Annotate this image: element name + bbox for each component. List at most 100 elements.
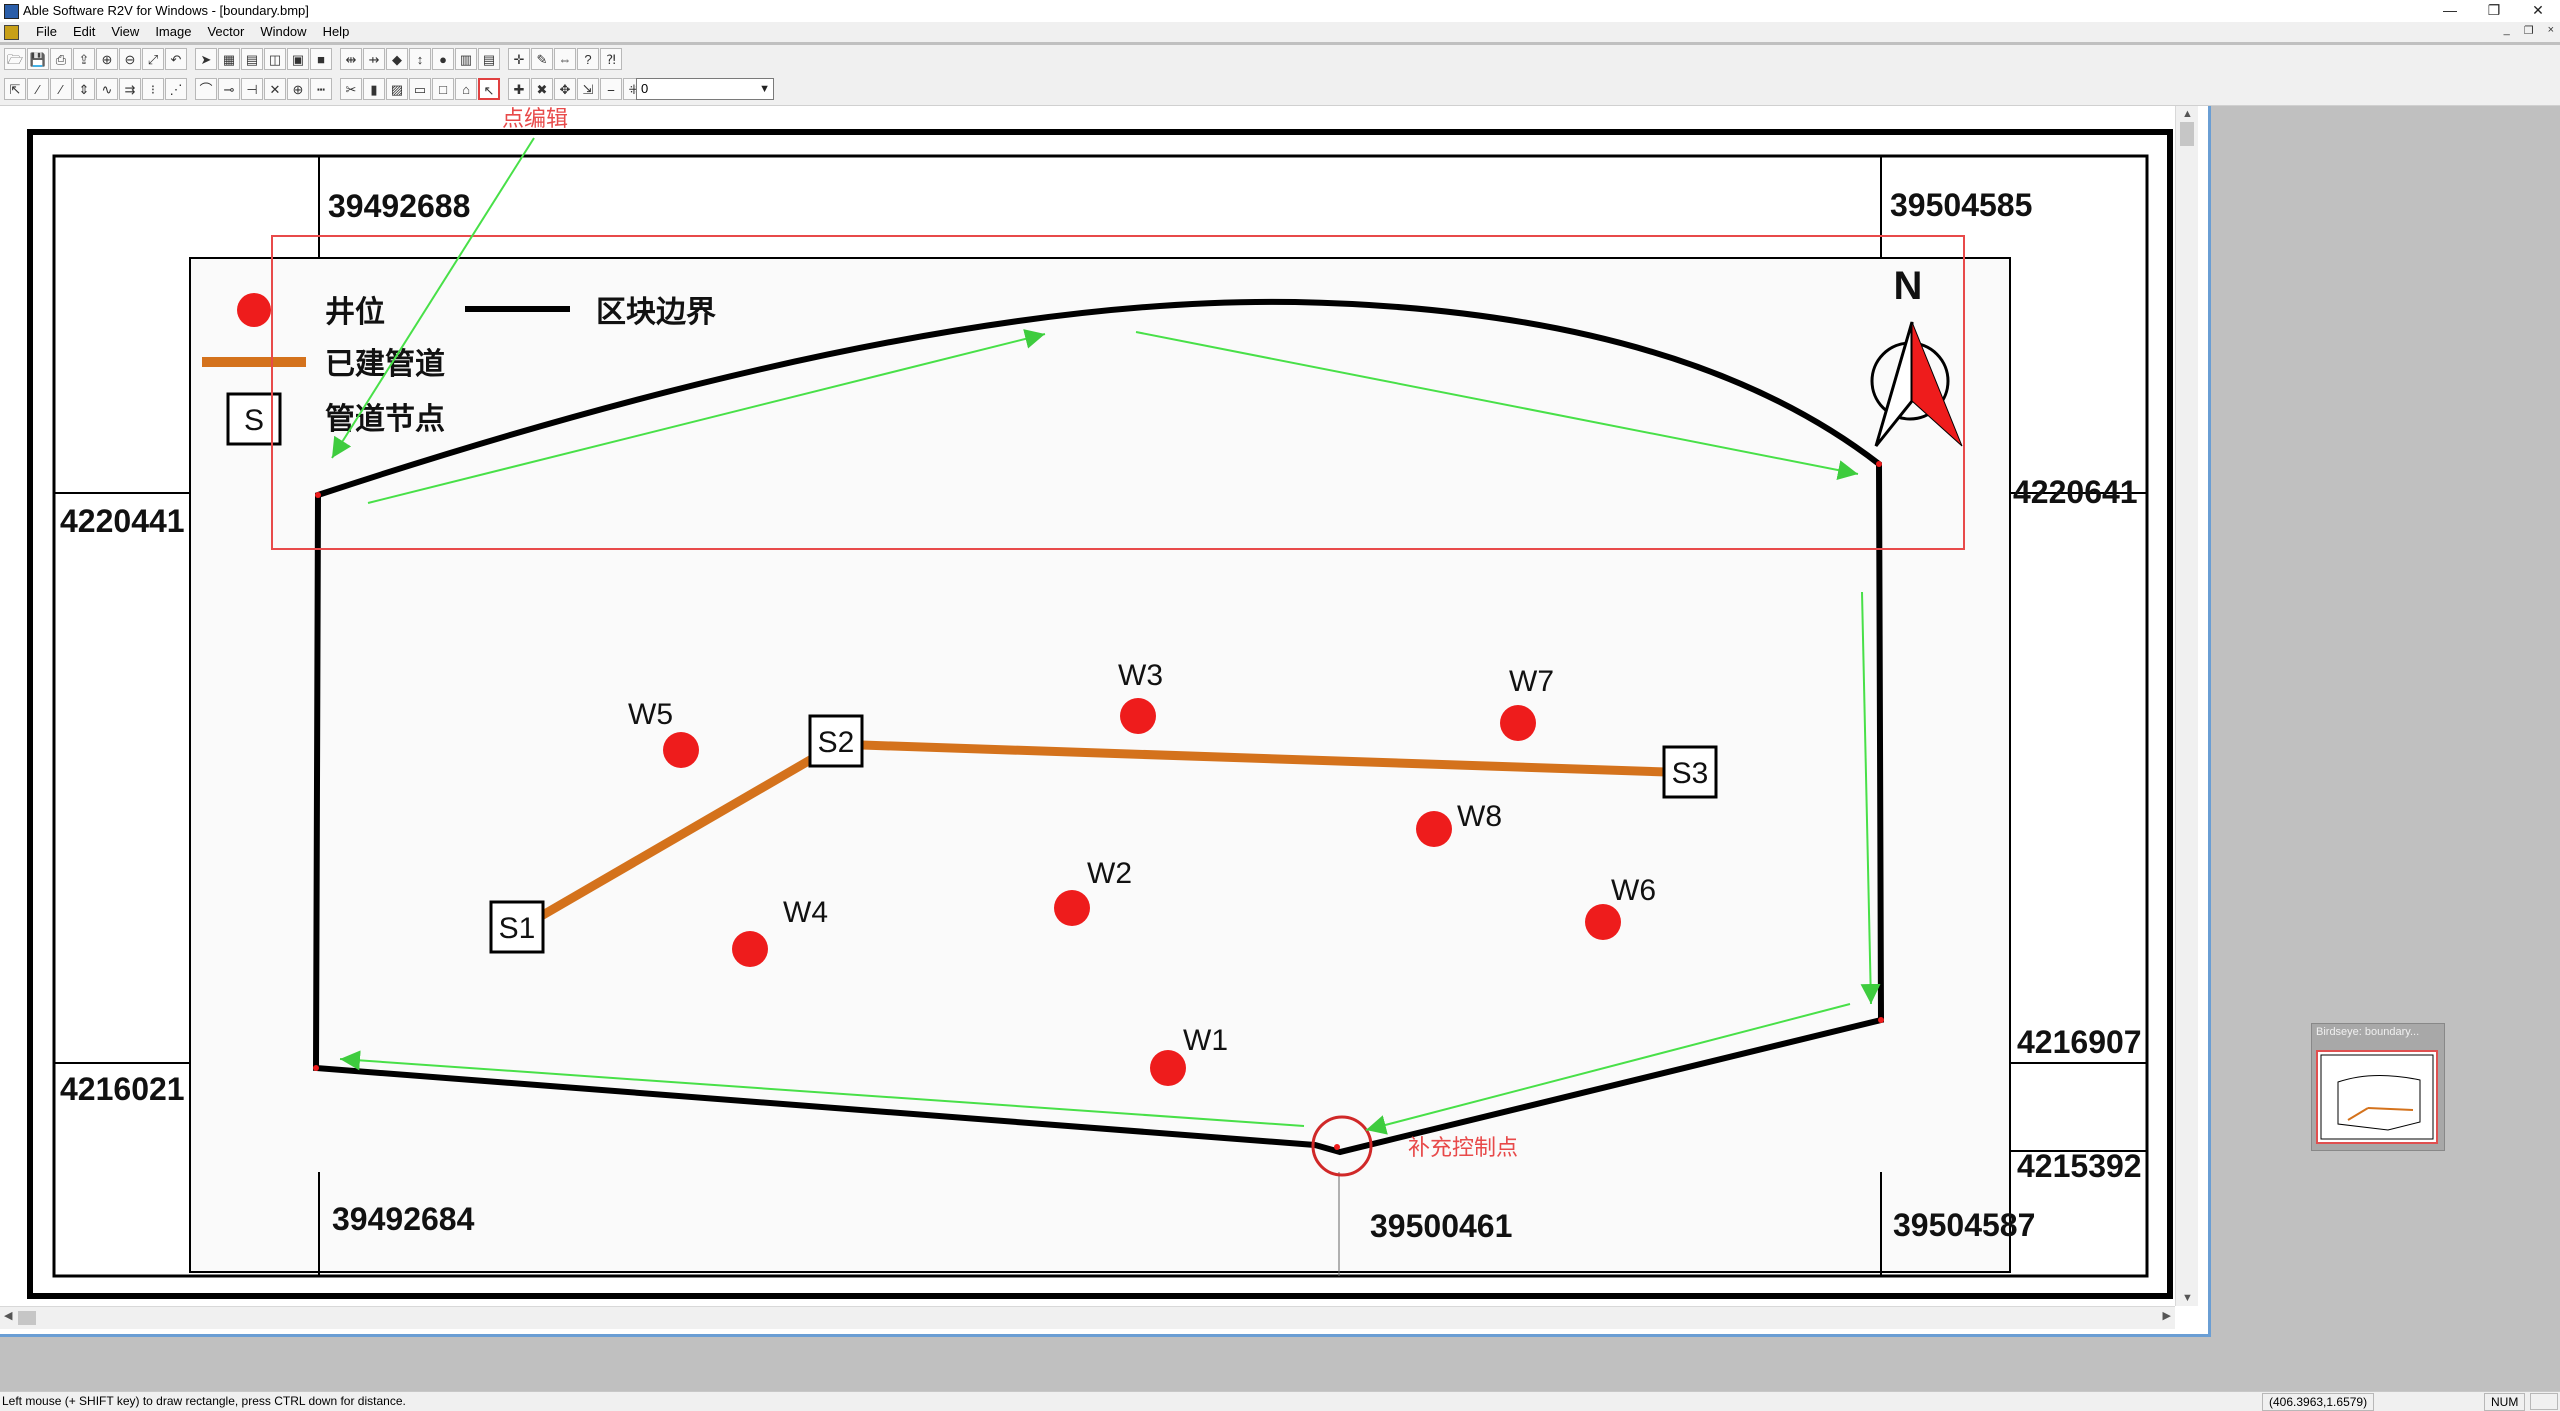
well-w7[interactable] (1500, 705, 1536, 741)
coord-label: 4215392 (2017, 1148, 2142, 1184)
merge-icon[interactable]: ⇸ (363, 48, 385, 70)
layers-icon[interactable]: ▤ (241, 48, 263, 70)
legend-pipeline-label: 已建管道 (325, 348, 445, 381)
map-border (189, 257, 2011, 1273)
list-icon[interactable]: ▤ (478, 48, 500, 70)
menu-window[interactable]: Window (252, 24, 314, 39)
curve-icon[interactable]: ⌒ (195, 78, 217, 100)
add-vertex-icon[interactable]: ✚ (508, 78, 530, 100)
well-w8[interactable] (1416, 811, 1452, 847)
menu-vector[interactable]: Vector (199, 24, 252, 39)
vert-icon[interactable]: ⇕ (73, 78, 95, 100)
map-canvas[interactable]: 39492688 39504585 4220441 4220641 421690… (0, 106, 2175, 1306)
help-icon[interactable]: ? (577, 48, 599, 70)
context-help-icon[interactable]: ⁈ (600, 48, 622, 70)
coord-label: 4216907 (2017, 1024, 2142, 1060)
toolbar-separator (501, 78, 507, 102)
zoom-fit-icon[interactable]: ⤢ (142, 48, 164, 70)
move-vertex-icon[interactable]: ✥ (554, 78, 576, 100)
insert-vertex-icon[interactable]: ⇲ (577, 78, 599, 100)
label-icon[interactable]: ⌂ (455, 78, 477, 100)
value-select[interactable]: 0 ▼ (636, 78, 774, 100)
scroll-left-icon[interactable]: ◀ (4, 1309, 12, 1322)
menu-help[interactable]: Help (315, 24, 358, 39)
legend-node-label: 管道节点 (325, 403, 445, 436)
well-w6[interactable] (1585, 904, 1621, 940)
annotation-point-edit: 点编辑 (502, 106, 568, 131)
node-label: S1 (499, 912, 536, 945)
well-w4[interactable] (732, 931, 768, 967)
offset-icon[interactable]: ⇉ (119, 78, 141, 100)
join-icon[interactable]: ⊸ (218, 78, 240, 100)
minimize-button[interactable]: — (2428, 0, 2472, 22)
document-icon[interactable] (4, 25, 19, 40)
menu-view[interactable]: View (103, 24, 147, 39)
move-node-icon[interactable]: ↕ (409, 48, 431, 70)
well-w1[interactable] (1150, 1050, 1186, 1086)
pointer-icon[interactable]: ➤ (195, 48, 217, 70)
snap-icon[interactable]: ⊕ (287, 78, 309, 100)
annotation-control-point: 补充控制点 (1408, 1135, 1518, 1160)
vertical-scrollbar[interactable]: ▲ ▼ (2175, 106, 2198, 1306)
zoom-in-icon[interactable]: ⊕ (96, 48, 118, 70)
node-icon[interactable]: ◆ (386, 48, 408, 70)
grid-icon[interactable]: ▦ (218, 48, 240, 70)
close-icon[interactable]: ✕ (264, 78, 286, 100)
well-w5[interactable] (663, 732, 699, 768)
break-icon[interactable]: ⊣ (241, 78, 263, 100)
scroll-down-icon[interactable]: ▼ (2182, 1292, 2193, 1304)
hatch-icon[interactable]: ▨ (386, 78, 408, 100)
export-icon[interactable]: ⇪ (73, 48, 95, 70)
frame-icon[interactable]: ▭ (409, 78, 431, 100)
doc-close-button[interactable]: × (2548, 24, 2554, 37)
well-w3[interactable] (1120, 698, 1156, 734)
scroll-right-icon[interactable]: ▶ (2163, 1309, 2171, 1322)
scroll-thumb[interactable] (18, 1311, 36, 1325)
coord-label: 39504587 (1893, 1207, 2035, 1243)
split-icon[interactable]: ⇹ (340, 48, 362, 70)
open-icon[interactable]: 🗁 (4, 48, 26, 70)
chevron-down-icon[interactable]: ▼ (759, 79, 770, 99)
birdseye-view[interactable] (2316, 1050, 2438, 1144)
fill-icon[interactable]: ■ (310, 48, 332, 70)
coord-label: 39500461 (1370, 1208, 1512, 1244)
bar-icon[interactable]: ▮ (363, 78, 385, 100)
straighten-icon[interactable]: ⎯ (600, 78, 622, 100)
select-icon[interactable]: ⇱ (4, 78, 26, 100)
del-vertex-icon[interactable]: ✖ (531, 78, 553, 100)
dash-icon[interactable]: ┅ (310, 78, 332, 100)
horizontal-scrollbar[interactable]: ◀ ▶ (0, 1306, 2175, 1329)
vertex-edit-icon[interactable]: ↖ (478, 78, 500, 100)
raster-icon[interactable]: ▣ (287, 48, 309, 70)
pick-icon[interactable]: ✎ (531, 48, 553, 70)
box-icon[interactable]: □ (432, 78, 454, 100)
spline-icon[interactable]: ∿ (96, 78, 118, 100)
birdseye-title: Birdseye: boundary... (2316, 1026, 2420, 1038)
doc-minimize-button[interactable]: _ (2504, 24, 2510, 37)
scroll-up-icon[interactable]: ▲ (2182, 108, 2193, 120)
save-icon[interactable]: 💾 (27, 48, 49, 70)
print-icon[interactable]: ⎙ (50, 48, 72, 70)
table-icon[interactable]: ▥ (455, 48, 477, 70)
measure-icon[interactable]: ⇔ (554, 48, 576, 70)
app-icon[interactable] (4, 4, 19, 19)
birdseye-window[interactable]: Birdseye: boundary... (2311, 1023, 2445, 1151)
close-button[interactable]: ✕ (2516, 0, 2560, 22)
map-icon[interactable]: ◫ (264, 48, 286, 70)
auto-icon[interactable]: ⋰ (165, 78, 187, 100)
line2-icon[interactable]: ∕ (50, 78, 72, 100)
line-icon[interactable]: ∕ (27, 78, 49, 100)
restore-button[interactable]: ❐ (2472, 0, 2516, 22)
well-w2[interactable] (1054, 890, 1090, 926)
scroll-thumb[interactable] (2180, 122, 2194, 146)
menu-image[interactable]: Image (147, 24, 199, 39)
doc-restore-button[interactable]: ❐ (2524, 24, 2534, 37)
undo-icon[interactable]: ↶ (165, 48, 187, 70)
menu-edit[interactable]: Edit (65, 24, 103, 39)
delete-node-icon[interactable]: ● (432, 48, 454, 70)
cut-icon[interactable]: ✂ (340, 78, 362, 100)
trace-icon[interactable]: ⁝ (142, 78, 164, 100)
zoom-out-icon[interactable]: ⊖ (119, 48, 141, 70)
menu-file[interactable]: File (28, 24, 65, 39)
crosshair-icon[interactable]: ✛ (508, 48, 530, 70)
